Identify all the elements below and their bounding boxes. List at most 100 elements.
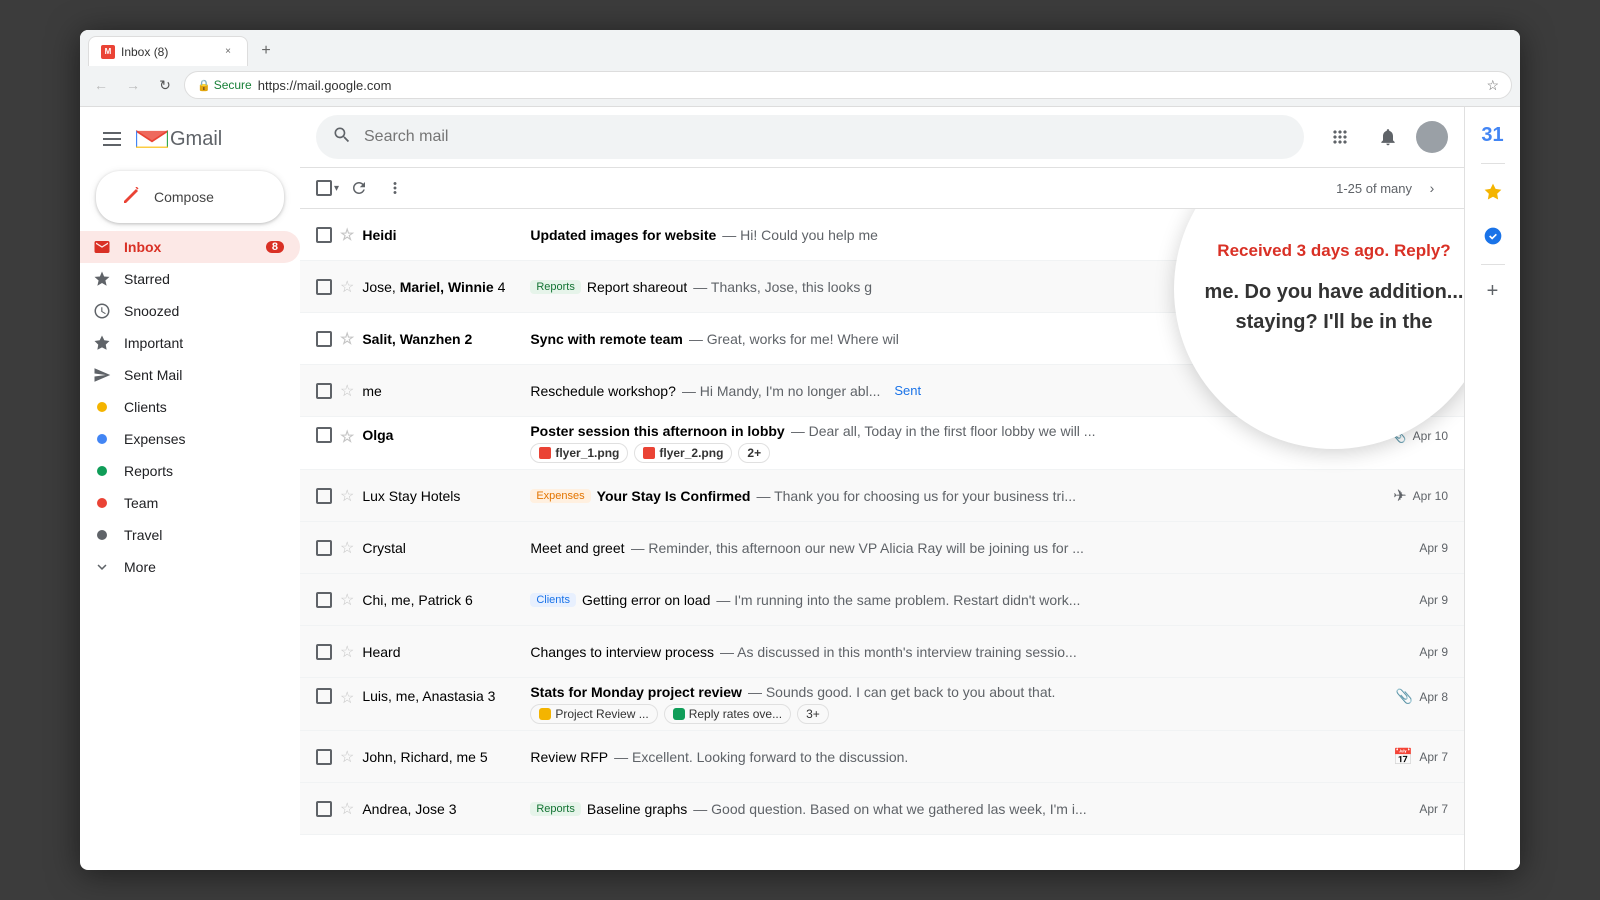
email-meta: 📅 Apr 7 bbox=[1393, 747, 1448, 767]
email-star[interactable]: ☆ bbox=[340, 427, 354, 447]
attachment-chip[interactable]: flyer_1.png bbox=[530, 443, 628, 463]
email-star[interactable]: ☆ bbox=[340, 329, 354, 349]
notifications-icon[interactable] bbox=[1368, 117, 1408, 157]
email-row[interactable]: ☆ Salit, Wanzhen 2 Sync with remote team… bbox=[300, 313, 1464, 365]
sidebar-item-expenses[interactable]: Expenses bbox=[80, 423, 300, 455]
chip-label: 3+ bbox=[806, 707, 820, 721]
select-all-checkbox[interactable]: ▾ bbox=[316, 180, 339, 196]
email-subject: Stats for Monday project review bbox=[530, 684, 742, 700]
email-checkbox[interactable] bbox=[316, 688, 332, 704]
chip-label: flyer_2.png bbox=[659, 446, 723, 460]
email-row[interactable]: ☆ Crystal Meet and greet — Reminder, thi… bbox=[300, 522, 1464, 574]
email-star[interactable]: ☆ bbox=[340, 277, 354, 297]
attachment-chip[interactable]: flyer_2.png bbox=[634, 443, 732, 463]
google-calendar-icon[interactable]: 31 bbox=[1473, 115, 1513, 155]
hamburger-btn[interactable] bbox=[96, 123, 128, 155]
gmail-addon-icon[interactable] bbox=[1473, 216, 1513, 256]
sent-label: Sent Mail bbox=[124, 367, 284, 383]
sidebar-item-reports[interactable]: Reports bbox=[80, 455, 300, 487]
email-sender: me bbox=[362, 383, 522, 399]
sidebar-item-starred[interactable]: Starred bbox=[80, 263, 300, 295]
email-row[interactable]: ☆ me Reschedule workshop? — Hi Mandy, I'… bbox=[300, 365, 1464, 417]
apps-icon[interactable] bbox=[1320, 117, 1360, 157]
tab-close-btn[interactable]: × bbox=[221, 45, 235, 59]
user-avatar[interactable] bbox=[1416, 121, 1448, 153]
email-meta: Apr 10 bbox=[1413, 332, 1448, 346]
snoozed-label: Snoozed bbox=[124, 303, 284, 319]
select-dropdown-arrow[interactable]: ▾ bbox=[334, 183, 339, 194]
email-row[interactable]: ☆ Heidi Updated images for website — Hi!… bbox=[300, 209, 1464, 261]
email-star[interactable]: ☆ bbox=[340, 486, 354, 506]
email-star[interactable]: ☆ bbox=[340, 538, 354, 558]
sidebar-item-sent[interactable]: Sent Mail bbox=[80, 359, 300, 391]
email-star[interactable]: ☆ bbox=[340, 225, 354, 245]
email-row[interactable]: ☆ Lux Stay Hotels Expenses Your Stay Is … bbox=[300, 470, 1464, 522]
email-subject: Sync with remote team bbox=[530, 331, 683, 347]
email-body: Changes to interview process — As discus… bbox=[530, 644, 1411, 660]
email-subject: Reschedule workshop? bbox=[530, 383, 676, 399]
chip-more[interactable]: 3+ bbox=[797, 704, 829, 724]
email-row[interactable]: ☆ Olga Poster session this afternoon in … bbox=[300, 417, 1464, 470]
more-options-btn[interactable] bbox=[379, 172, 411, 204]
sidebar-item-more[interactable]: More bbox=[80, 551, 300, 583]
email-checkbox[interactable] bbox=[316, 644, 332, 660]
email-checkbox[interactable] bbox=[316, 331, 332, 347]
tab-bar: M Inbox (8) × + bbox=[80, 30, 1520, 66]
more-icon bbox=[92, 557, 112, 577]
sidebar-item-important[interactable]: Important bbox=[80, 327, 300, 359]
email-star[interactable]: ☆ bbox=[340, 642, 354, 662]
search-input[interactable] bbox=[364, 128, 1288, 146]
team-label: Team bbox=[124, 495, 284, 511]
email-body: Review RFP — Excellent. Looking forward … bbox=[530, 749, 1385, 765]
tooltip-received: Received 3 days ago. Reply? bbox=[1205, 241, 1464, 261]
back-btn[interactable]: ← bbox=[88, 72, 114, 98]
email-label: Reports bbox=[530, 280, 581, 294]
sidebar-item-travel[interactable]: Travel bbox=[80, 519, 300, 551]
email-row[interactable]: ☆ Jose, Mariel, Winnie 4 Reports Report … bbox=[300, 261, 1464, 313]
chip-reply-rates[interactable]: Reply rates ove... bbox=[664, 704, 791, 724]
email-checkbox[interactable] bbox=[316, 227, 332, 243]
active-tab[interactable]: M Inbox (8) × bbox=[88, 36, 248, 66]
new-tab-btn[interactable]: + bbox=[252, 37, 280, 65]
email-checkbox[interactable] bbox=[316, 279, 332, 295]
sidebar-item-clients[interactable]: Clients bbox=[80, 391, 300, 423]
email-star[interactable]: ☆ bbox=[340, 590, 354, 610]
email-row[interactable]: ☆ Luis, me, Anastasia 3 Stats for Monday… bbox=[300, 678, 1464, 731]
chip-project-review[interactable]: Project Review ... bbox=[530, 704, 657, 724]
email-body: Sync with remote team — Great, works for… bbox=[530, 331, 1404, 347]
sidebar-item-snoozed[interactable]: Snoozed bbox=[80, 295, 300, 327]
refresh-emails-btn[interactable] bbox=[343, 172, 375, 204]
plane-icon: ✈ bbox=[1393, 486, 1406, 506]
email-checkbox[interactable] bbox=[316, 427, 332, 443]
sidebar-item-team[interactable]: Team bbox=[80, 487, 300, 519]
email-checkbox[interactable] bbox=[316, 383, 332, 399]
email-body: Meet and greet — Reminder, this afternoo… bbox=[530, 540, 1411, 556]
email-checkbox[interactable] bbox=[316, 749, 332, 765]
email-row[interactable]: ☆ John, Richard, me 5 Review RFP — Excel… bbox=[300, 731, 1464, 783]
refresh-btn[interactable]: ↻ bbox=[152, 72, 178, 98]
email-row[interactable]: ☆ Chi, me, Patrick 6 Clients Getting err… bbox=[300, 574, 1464, 626]
add-addon-btn[interactable]: + bbox=[1475, 273, 1511, 309]
compose-btn[interactable]: Compose bbox=[96, 171, 284, 223]
sidebar-item-inbox[interactable]: Inbox 8 bbox=[80, 231, 300, 263]
email-checkbox[interactable] bbox=[316, 488, 332, 504]
next-page-btn[interactable]: › bbox=[1416, 172, 1448, 204]
email-subject: Report shareout bbox=[587, 279, 687, 295]
email-row[interactable]: ☆ Andrea, Jose 3 Reports Baseline graphs… bbox=[300, 783, 1464, 835]
tasks-icon[interactable] bbox=[1473, 172, 1513, 212]
email-row[interactable]: ☆ Heard Changes to interview process — A… bbox=[300, 626, 1464, 678]
attachment-chip-more[interactable]: 2+ bbox=[738, 443, 770, 463]
email-star[interactable]: ☆ bbox=[340, 381, 354, 401]
forward-btn[interactable]: → bbox=[120, 72, 146, 98]
bookmark-icon[interactable]: ☆ bbox=[1486, 77, 1499, 94]
email-star[interactable]: ☆ bbox=[340, 688, 354, 708]
calendar-icon: 📅 bbox=[1393, 747, 1413, 767]
email-checkbox[interactable] bbox=[316, 801, 332, 817]
address-bar[interactable]: 🔒 Secure https://mail.google.com ☆ bbox=[184, 71, 1512, 99]
search-bar[interactable] bbox=[316, 115, 1304, 159]
email-checkbox[interactable] bbox=[316, 592, 332, 608]
select-all-cb[interactable] bbox=[316, 180, 332, 196]
email-star[interactable]: ☆ bbox=[340, 799, 354, 819]
email-star[interactable]: ☆ bbox=[340, 747, 354, 767]
email-checkbox[interactable] bbox=[316, 540, 332, 556]
